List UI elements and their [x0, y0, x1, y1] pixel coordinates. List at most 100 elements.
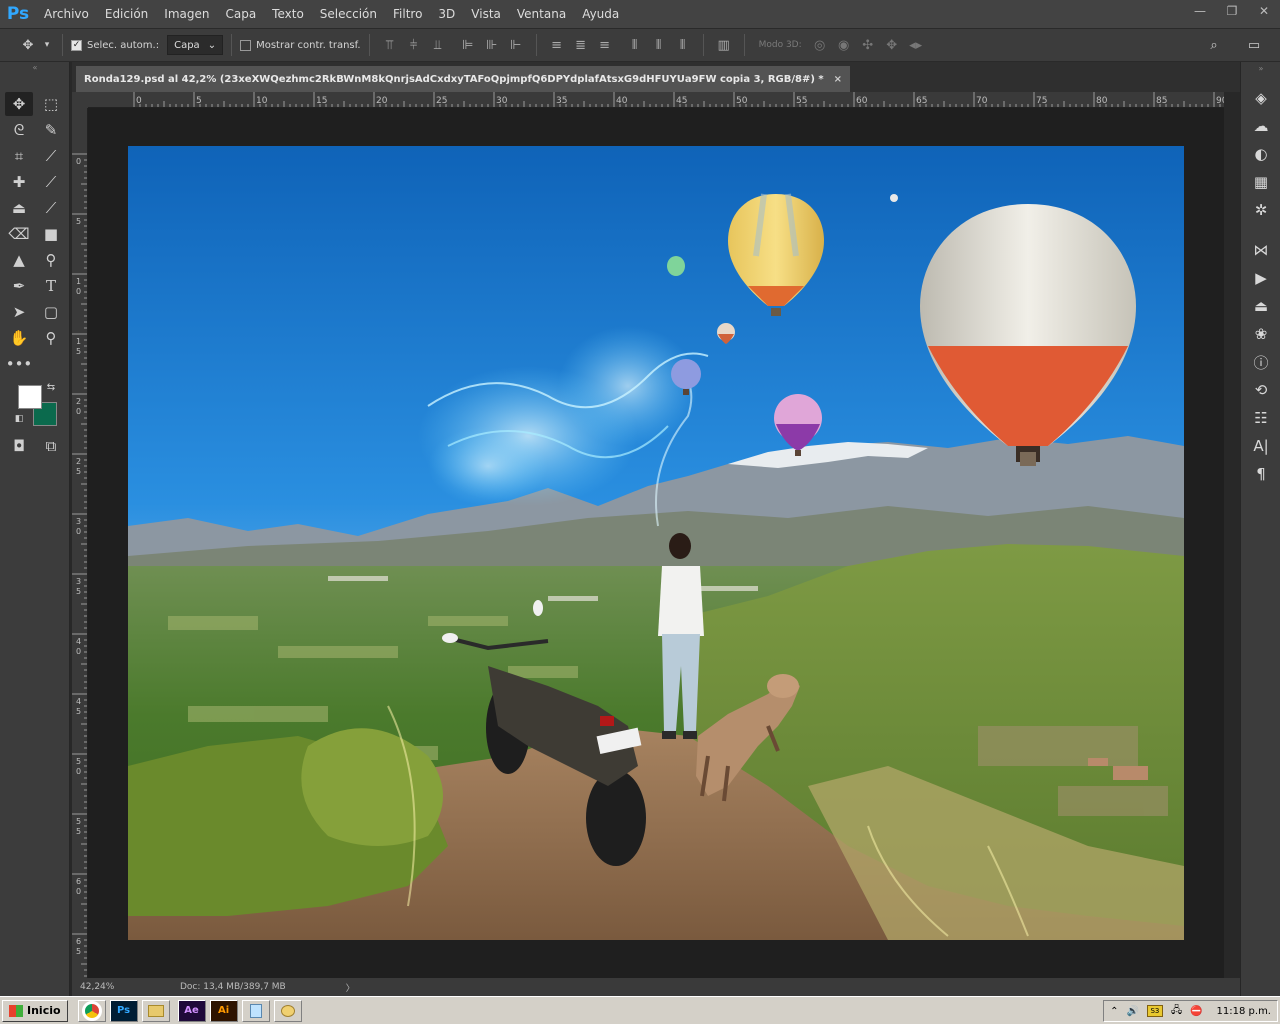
align-vertical-centers-icon[interactable]: ⫩	[402, 33, 426, 57]
workspace-icon[interactable]: ▭	[1242, 33, 1266, 57]
tray-app-icon[interactable]: S3	[1146, 1005, 1163, 1017]
path-selection-tool-icon[interactable]: ➤	[5, 300, 33, 324]
zoom-tool-icon[interactable]: ⚲	[37, 326, 65, 350]
eraser-tool-icon[interactable]: ⌫	[5, 222, 33, 246]
menu-seleccion[interactable]: Selección	[312, 0, 385, 28]
align-right-edges-icon[interactable]: ⊩	[504, 33, 528, 57]
healing-brush-tool-icon[interactable]: ✚	[5, 170, 33, 194]
move-tool-preset-icon[interactable]: ✥	[16, 33, 40, 57]
histogram-icon[interactable]: ▦	[1249, 170, 1273, 194]
search-icon[interactable]: ⌕	[1202, 33, 1226, 57]
properties-icon[interactable]: ☷	[1249, 406, 1273, 430]
auto-select-checkbox[interactable]: ✓	[71, 39, 82, 51]
illustrator-icon[interactable]: Ai	[209, 999, 238, 1022]
adjustments-icon[interactable]: ◐	[1249, 142, 1273, 166]
menu-ayuda[interactable]: Ayuda	[574, 0, 627, 28]
notepad-icon[interactable]	[241, 999, 270, 1022]
document-tab[interactable]: Ronda129.psd al 42,2% (23xeXWQezhmc2RkBW…	[76, 66, 851, 92]
menu-archivo[interactable]: Archivo	[36, 0, 97, 28]
distribute-hcenter-icon[interactable]: ⦀	[647, 33, 671, 57]
menu-ventana[interactable]: Ventana	[509, 0, 574, 28]
more-tools-icon[interactable]: •••	[5, 352, 33, 376]
distribute-top-icon[interactable]: ≡	[545, 33, 569, 57]
pen-tool-icon[interactable]: ✒	[5, 274, 33, 298]
photoshop-icon[interactable]: Ps	[109, 999, 138, 1022]
default-colors-icon[interactable]: ◧	[12, 412, 26, 426]
brush-tool-icon[interactable]: ⟋	[37, 170, 65, 194]
orbit-3d-icon[interactable]: ◎	[808, 33, 832, 57]
type-tool-icon[interactable]: T	[37, 274, 65, 298]
ruler-origin[interactable]	[72, 92, 88, 108]
paragraph-icon[interactable]: ¶	[1249, 462, 1273, 486]
chrome-icon[interactable]	[77, 999, 106, 1022]
show-transform-checkbox[interactable]	[240, 39, 252, 51]
after-effects-icon[interactable]: Ae	[177, 999, 206, 1022]
volume-icon[interactable]: 🔊	[1126, 1006, 1138, 1017]
menu-vista[interactable]: Vista	[463, 0, 509, 28]
libraries-icon[interactable]: ☁	[1249, 114, 1273, 138]
distribute-bottom-icon[interactable]: ≡	[593, 33, 617, 57]
rectangle-tool-icon[interactable]: ▢	[37, 300, 65, 324]
explorer-icon[interactable]	[141, 999, 170, 1022]
document-canvas[interactable]	[128, 146, 1184, 940]
auto-select-target-dropdown[interactable]: Capa ⌄	[167, 35, 224, 55]
move-tool-icon[interactable]: ✥	[5, 92, 33, 116]
foreground-color-swatch[interactable]	[18, 385, 42, 409]
actions-icon[interactable]: ▶	[1249, 266, 1273, 290]
align-bottom-edges-icon[interactable]: ⫫	[426, 33, 450, 57]
menu-imagen[interactable]: Imagen	[156, 0, 217, 28]
clone-stamp-tool-icon[interactable]: ⏏	[5, 196, 33, 220]
menu-3d[interactable]: 3D	[430, 0, 463, 28]
pasteboard[interactable]	[88, 108, 1224, 978]
crop-tool-icon[interactable]: ⌗	[5, 144, 33, 168]
layers-icon[interactable]: ◈	[1249, 86, 1273, 110]
gradient-tool-icon[interactable]: ■	[37, 222, 65, 246]
distribute-vcenter-icon[interactable]: ≣	[569, 33, 593, 57]
clock[interactable]: 11:18 p.m.	[1217, 1006, 1271, 1017]
expand-panels-icon[interactable]: »	[1249, 62, 1273, 74]
align-horizontal-centers-icon[interactable]: ⊪	[480, 33, 504, 57]
auto-align-layers-icon[interactable]: ▥	[712, 33, 736, 57]
menu-edicion[interactable]: Edición	[97, 0, 156, 28]
menu-texto[interactable]: Texto	[264, 0, 312, 28]
screen-mode-icon[interactable]: ⧉	[37, 434, 65, 458]
close-window-button[interactable]: ✕	[1248, 0, 1280, 22]
navigator-icon[interactable]: ✲	[1249, 198, 1273, 222]
pan-3d-icon[interactable]: ✣	[856, 33, 880, 57]
status-menu-arrow[interactable]: 〉	[346, 981, 355, 994]
minimize-button[interactable]: —	[1184, 0, 1216, 22]
start-button[interactable]: Inicio	[2, 999, 68, 1022]
slide-3d-icon[interactable]: ✥	[880, 33, 904, 57]
blur-tool-icon[interactable]: ▲	[5, 248, 33, 272]
channels-icon[interactable]: ❀	[1249, 322, 1273, 346]
distribute-left-icon[interactable]: ⦀	[623, 33, 647, 57]
eyedropper-tool-icon[interactable]: ⟋	[37, 144, 65, 168]
character-icon[interactable]: A|	[1249, 434, 1273, 458]
restore-button[interactable]: ❐	[1216, 0, 1248, 22]
swap-colors-icon[interactable]: ⇆	[44, 380, 58, 394]
scale-3d-icon[interactable]: ◂▸	[904, 33, 928, 57]
quick-selection-tool-icon[interactable]: ✎	[37, 118, 65, 142]
hand-tool-icon[interactable]: ✋	[5, 326, 33, 350]
menu-capa[interactable]: Capa	[217, 0, 264, 28]
history-brush-tool-icon[interactable]: ⟋	[37, 196, 65, 220]
clone-source-icon[interactable]: ⏏	[1249, 294, 1273, 318]
roll-3d-icon[interactable]: ◉	[832, 33, 856, 57]
menu-filtro[interactable]: Filtro	[385, 0, 430, 28]
zoom-level[interactable]: 42,24%	[72, 982, 124, 992]
horizontal-ruler[interactable]: 051015202530354045505560657075808590	[88, 92, 1224, 108]
align-top-edges-icon[interactable]: ⫪	[378, 33, 402, 57]
vertical-ruler[interactable]: 05101520253035404550556065	[72, 108, 88, 978]
history-icon[interactable]: ⟲	[1249, 378, 1273, 402]
security-alert-icon[interactable]: ⛔	[1190, 1006, 1202, 1017]
lasso-tool-icon[interactable]: ᘓ	[5, 118, 33, 142]
dodge-tool-icon[interactable]: ⚲	[37, 248, 65, 272]
chevron-down-icon[interactable]: ▾	[40, 33, 54, 57]
close-document-icon[interactable]: ×	[834, 74, 842, 85]
collapse-panel-icon[interactable]: «	[2, 62, 68, 72]
align-left-edges-icon[interactable]: ⊫	[456, 33, 480, 57]
quick-mask-icon[interactable]: ◘	[5, 434, 33, 458]
tray-expand-icon[interactable]: ⌃	[1110, 1006, 1118, 1017]
network-icon[interactable]: 🖧	[1171, 1003, 1182, 1020]
info-icon[interactable]: ⓘ	[1249, 350, 1273, 374]
